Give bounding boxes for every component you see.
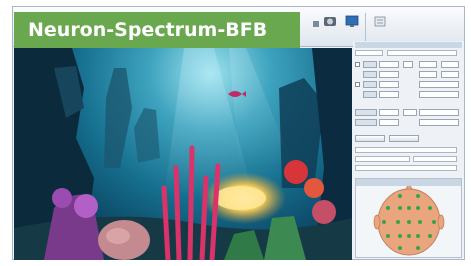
settings-row xyxy=(355,119,462,126)
monitor-button[interactable] xyxy=(341,15,363,41)
panel-field[interactable] xyxy=(355,156,410,162)
row-value[interactable] xyxy=(403,61,413,68)
panel-button[interactable] xyxy=(389,135,419,142)
settings-row xyxy=(355,91,462,98)
settings-row xyxy=(355,71,462,78)
electrode-head-map-icon xyxy=(373,186,445,256)
monitor-icon xyxy=(345,15,359,27)
row-value[interactable] xyxy=(379,81,399,88)
toolbar-separator xyxy=(365,13,366,43)
row-value[interactable] xyxy=(419,91,459,98)
panel-header xyxy=(355,42,462,48)
row-value[interactable] xyxy=(419,81,459,88)
panel-button[interactable] xyxy=(355,135,385,142)
record-button[interactable] xyxy=(319,15,341,41)
row-cell xyxy=(355,119,377,126)
row-value[interactable] xyxy=(379,71,399,78)
row-value[interactable] xyxy=(441,71,459,78)
panel-dropdown[interactable] xyxy=(387,50,457,56)
row-value[interactable] xyxy=(379,119,399,126)
row-checkbox[interactable] xyxy=(355,62,360,67)
row-value[interactable] xyxy=(379,109,399,116)
product-title-badge: Neuron-Spectrum-BFB xyxy=(14,12,300,48)
panel-field[interactable] xyxy=(355,50,383,56)
settings-button[interactable] xyxy=(369,15,391,41)
row-checkbox[interactable] xyxy=(355,82,360,87)
electrode-map-header xyxy=(356,179,461,186)
row-cell xyxy=(363,61,377,68)
settings-icon xyxy=(374,16,386,27)
panel-field[interactable] xyxy=(413,156,457,162)
row-cell xyxy=(363,71,377,78)
electrode-map-box xyxy=(355,178,462,258)
panel-field[interactable] xyxy=(355,165,457,171)
row-value[interactable] xyxy=(419,61,437,68)
settings-row xyxy=(355,61,462,68)
row-cell xyxy=(355,109,377,116)
row-value[interactable] xyxy=(441,61,459,68)
settings-row xyxy=(355,81,462,88)
row-cell xyxy=(363,91,377,98)
row-cell xyxy=(363,81,377,88)
panel-field[interactable] xyxy=(355,147,457,153)
row-value[interactable] xyxy=(419,119,459,126)
record-icon xyxy=(324,17,336,26)
row-value[interactable] xyxy=(419,71,437,78)
aquarium-scene xyxy=(14,48,352,260)
settings-panel xyxy=(353,41,464,259)
row-value[interactable] xyxy=(403,109,417,116)
biofeedback-video-area xyxy=(14,48,352,260)
row-value[interactable] xyxy=(379,61,399,68)
settings-row xyxy=(355,109,462,116)
row-value[interactable] xyxy=(419,109,459,116)
row-value[interactable] xyxy=(379,91,399,98)
